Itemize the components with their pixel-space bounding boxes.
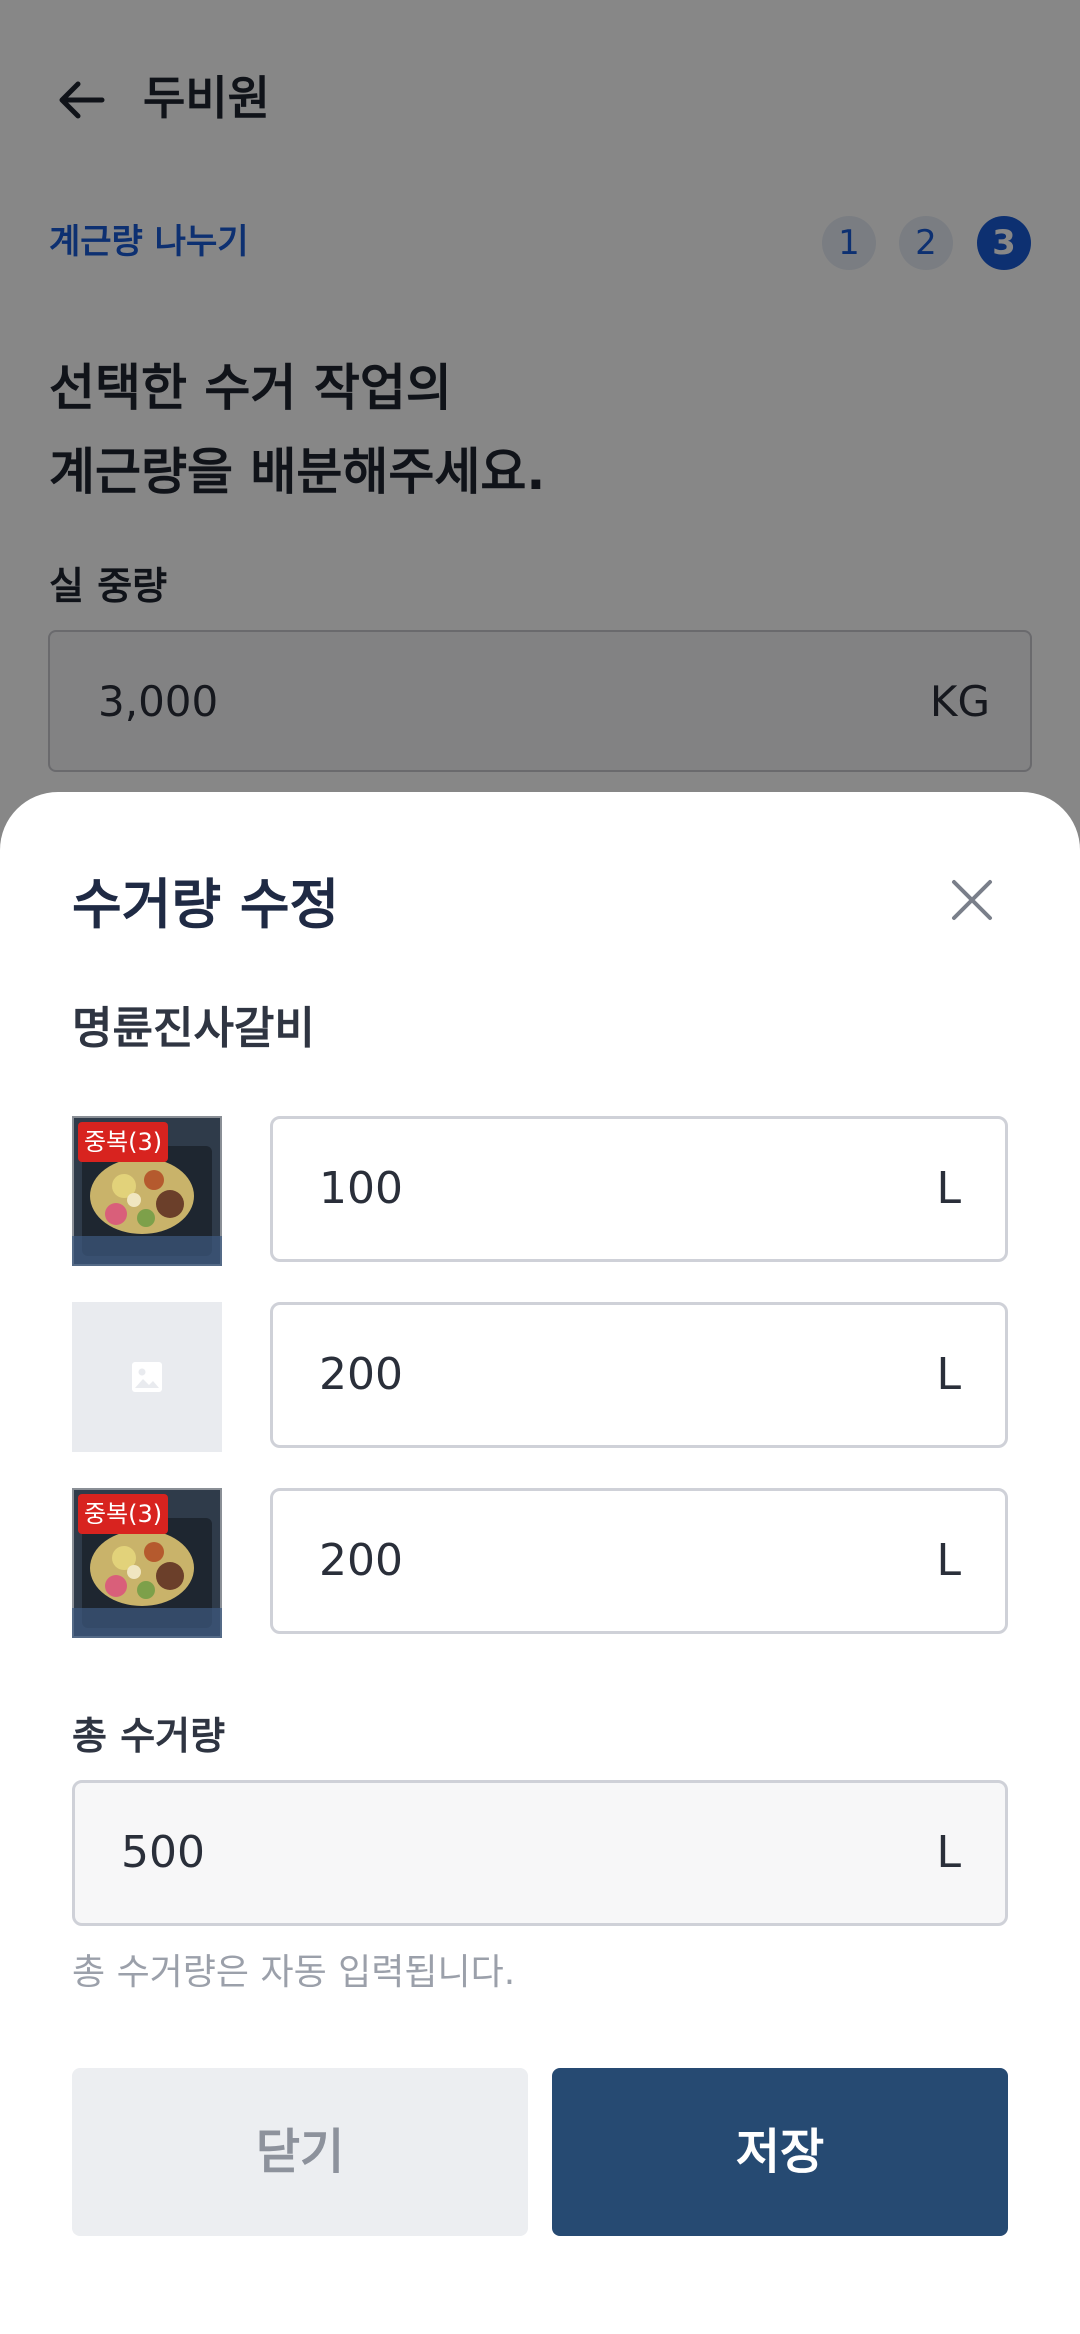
- total-amount-unit: L: [936, 1827, 961, 1878]
- save-button[interactable]: 저장: [552, 2068, 1008, 2236]
- collection-row: 중복(3) 100 L: [72, 1116, 1008, 1266]
- image-placeholder-icon: [130, 1360, 164, 1394]
- collection-row: 200 L: [72, 1302, 1008, 1452]
- duplicate-badge: 중복(3): [78, 1494, 169, 1534]
- store-name: 명륜진사갈비: [72, 1003, 315, 1054]
- amount-value: 100: [319, 1163, 403, 1214]
- collection-photo-thumbnail[interactable]: 중복(3): [72, 1488, 222, 1638]
- empty-photo-thumbnail[interactable]: [72, 1302, 222, 1452]
- collection-row: 중복(3) 200 L: [72, 1488, 1008, 1638]
- amount-unit: L: [936, 1535, 961, 1586]
- amount-unit: L: [936, 1163, 961, 1214]
- duplicate-badge: 중복(3): [78, 1122, 169, 1162]
- sheet-title: 수거량 수정: [72, 873, 340, 936]
- total-amount-label: 총 수거량: [72, 1714, 226, 1758]
- total-amount-field: 500 L: [72, 1780, 1008, 1926]
- collection-photo-thumbnail[interactable]: 중복(3): [72, 1116, 222, 1266]
- close-button[interactable]: 닫기: [72, 2068, 528, 2236]
- amount-value: 200: [319, 1349, 403, 1400]
- amount-unit: L: [936, 1349, 961, 1400]
- amount-value: 200: [319, 1535, 403, 1586]
- amount-input[interactable]: 200 L: [270, 1302, 1008, 1448]
- total-amount-hint: 총 수거량은 자동 입력됩니다.: [72, 1952, 516, 1993]
- amount-input[interactable]: 100 L: [270, 1116, 1008, 1262]
- amount-input[interactable]: 200 L: [270, 1488, 1008, 1634]
- close-icon[interactable]: [940, 868, 1004, 932]
- edit-amount-sheet: 수거량 수정 명륜진사갈비 중복(3) 100 L 200 L 중복(3) 20…: [0, 792, 1080, 2334]
- total-amount-value: 500: [121, 1827, 205, 1878]
